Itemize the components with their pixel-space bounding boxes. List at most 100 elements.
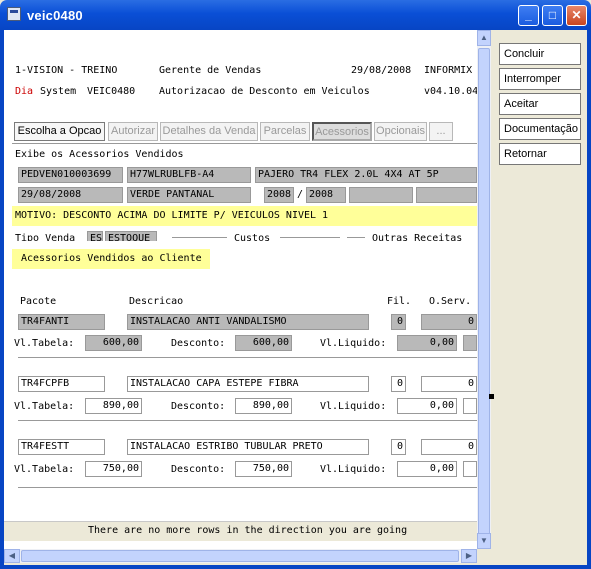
- documentacao-button[interactable]: Documentação: [499, 118, 581, 140]
- vl-liquido-label: Vl.Liquido:: [320, 401, 387, 412]
- user-role: Gerente de Vendas: [159, 65, 262, 76]
- scroll-down-icon[interactable]: ▼: [477, 533, 491, 549]
- motivo-banner: MOTIVO: DESCONTO ACIMA DO LIMITE P/ VEIC…: [12, 206, 477, 226]
- database-name: INFORMIX: [424, 65, 473, 76]
- scroll-thumb[interactable]: [478, 48, 490, 548]
- version-label: v04.10.04: [424, 86, 477, 97]
- company-name: 1-VISION - TREINO: [15, 65, 118, 76]
- concluir-button[interactable]: Concluir: [499, 43, 581, 65]
- custos-label: Custos: [234, 233, 271, 241]
- motivo-text: MOTIVO: DESCONTO ACIMA DO LIMITE P/ VEIC…: [15, 210, 329, 221]
- col-descricao: Descricao: [129, 296, 184, 307]
- model-field: PAJERO TR4 FLEX 2.0L 4X4 AT 5P: [255, 167, 477, 183]
- item-fil-field[interactable]: 0: [391, 439, 406, 455]
- col-oserv: O.Serv.: [429, 296, 472, 307]
- item-vl-tabela-field: 600,00: [85, 335, 142, 351]
- order-code-field: PEDVEN010003699: [18, 167, 123, 183]
- window-title: veic0480: [27, 8, 83, 23]
- item-desconto-field[interactable]: 890,00: [235, 398, 292, 414]
- minimize-button[interactable]: _: [518, 5, 539, 26]
- chassis-field: H77WLRUBLFB-A4: [127, 167, 251, 183]
- item-desconto-field: 600,00: [235, 335, 292, 351]
- desconto-label: Desconto:: [171, 464, 226, 475]
- separator: [280, 237, 340, 239]
- item-extra-field[interactable]: [463, 398, 477, 414]
- app-icon[interactable]: [7, 7, 21, 21]
- desconto-label: Desconto:: [171, 401, 226, 412]
- color-field: VERDE PANTANAL: [127, 187, 251, 203]
- vl-tabela-label: Vl.Tabela:: [14, 464, 75, 475]
- separator: [18, 420, 477, 422]
- year-fab-field: 2008: [264, 187, 294, 203]
- order-date-field: 29/08/2008: [18, 187, 123, 203]
- item-pacote-field[interactable]: TR4FESTT: [18, 439, 105, 455]
- outras-receitas-label: Outras Receitas: [372, 233, 463, 241]
- item-fil-field[interactable]: 0: [391, 376, 406, 392]
- item-descricao-field[interactable]: INSTALACAO CAPA ESTEPE FIBRA: [127, 376, 369, 392]
- scroll-right-icon[interactable]: ▶: [461, 549, 477, 563]
- col-pacote: Pacote: [20, 296, 57, 307]
- dia-label: Dia: [15, 86, 34, 97]
- tab-more[interactable]: ...: [429, 122, 453, 141]
- separator: [18, 357, 477, 359]
- separator: [347, 237, 365, 239]
- tab-acessorios[interactable]: Acessorios: [312, 122, 372, 141]
- close-button[interactable]: ✕: [566, 5, 587, 26]
- form-subtitle: Exibe os Acessorios Vendidos: [15, 149, 184, 160]
- item-extra-field[interactable]: [463, 461, 477, 477]
- tab-parcelas[interactable]: Parcelas: [260, 122, 310, 141]
- item-vl-tabela-field[interactable]: 750,00: [85, 461, 142, 477]
- col-fil: Fil.: [387, 296, 412, 307]
- vl-tabela-label: Vl.Tabela:: [14, 338, 75, 349]
- tipo-venda-label: Tipo Venda: [15, 233, 76, 241]
- section-title: Acessorios Vendidos ao Cliente: [21, 253, 202, 264]
- system-label: System: [40, 86, 77, 97]
- retornar-button[interactable]: Retornar: [499, 143, 581, 165]
- item-fil-field: 0: [391, 314, 406, 330]
- empty-field-1: [349, 187, 413, 203]
- scroll-up-icon[interactable]: ▲: [477, 30, 491, 46]
- scroll-left-icon[interactable]: ◀: [4, 549, 20, 563]
- program-code: VEIC0480: [87, 86, 136, 97]
- vl-liquido-label: Vl.Liquido:: [320, 338, 387, 349]
- item-descricao-field[interactable]: INSTALACAO ESTRIBO TUBULAR PRETO: [127, 439, 369, 455]
- item-descricao-field: INSTALACAO ANTI VANDALISMO: [127, 314, 369, 330]
- aceitar-button[interactable]: Aceitar: [499, 93, 581, 115]
- tipo-venda-value: ESTOQUE: [105, 231, 157, 241]
- item-vl-liquido-field[interactable]: 0,00: [397, 461, 457, 477]
- program-description: Autorizacao de Desconto em Veiculos: [159, 86, 370, 97]
- item-pacote-field: TR4FANTI: [18, 314, 105, 330]
- status-bar: There are no more rows in the direction …: [4, 521, 477, 541]
- title-bar: veic0480 _ □ ✕: [0, 0, 591, 30]
- year-separator: /: [297, 189, 304, 200]
- horizontal-scrollbar[interactable]: ◀ ▶: [4, 549, 477, 563]
- section-title-banner: Acessorios Vendidos ao Cliente: [12, 249, 210, 269]
- item-vl-liquido-field[interactable]: 0,00: [397, 398, 457, 414]
- empty-field-2: [416, 187, 477, 203]
- item-vl-liquido-field: 0,00: [397, 335, 457, 351]
- vl-liquido-label: Vl.Liquido:: [320, 464, 387, 475]
- splitter-grip-icon[interactable]: [489, 394, 494, 399]
- status-message: There are no more rows in the direction …: [88, 525, 408, 536]
- clipped-row: Tipo Venda ES ESTOQUE Custos Outras Rece…: [12, 229, 477, 241]
- item-oserv-field: 0: [421, 314, 477, 330]
- maximize-button[interactable]: □: [542, 5, 563, 26]
- item-oserv-field[interactable]: 0: [421, 376, 477, 392]
- separator: [18, 487, 477, 489]
- scroll-thumb[interactable]: [21, 550, 459, 562]
- item-desconto-field[interactable]: 750,00: [235, 461, 292, 477]
- item-extra-field: [463, 335, 477, 351]
- tab-escolha-opcao[interactable]: Escolha a Opcao: [14, 122, 105, 141]
- header-date: 29/08/2008: [351, 65, 412, 76]
- separator: [172, 237, 227, 239]
- tab-detalhes-venda[interactable]: Detalhes da Venda: [160, 122, 258, 141]
- item-vl-tabela-field[interactable]: 890,00: [85, 398, 142, 414]
- tab-autorizar[interactable]: Autorizar: [108, 122, 158, 141]
- interromper-button[interactable]: Interromper: [499, 68, 581, 90]
- vertical-scrollbar[interactable]: ▲ ▼: [477, 30, 491, 549]
- item-pacote-field[interactable]: TR4FCPFB: [18, 376, 105, 392]
- tab-opcionais[interactable]: Opcionais: [374, 122, 427, 141]
- item-oserv-field[interactable]: 0: [421, 439, 477, 455]
- separator: [12, 143, 477, 145]
- tipo-venda-code: ES: [87, 231, 103, 241]
